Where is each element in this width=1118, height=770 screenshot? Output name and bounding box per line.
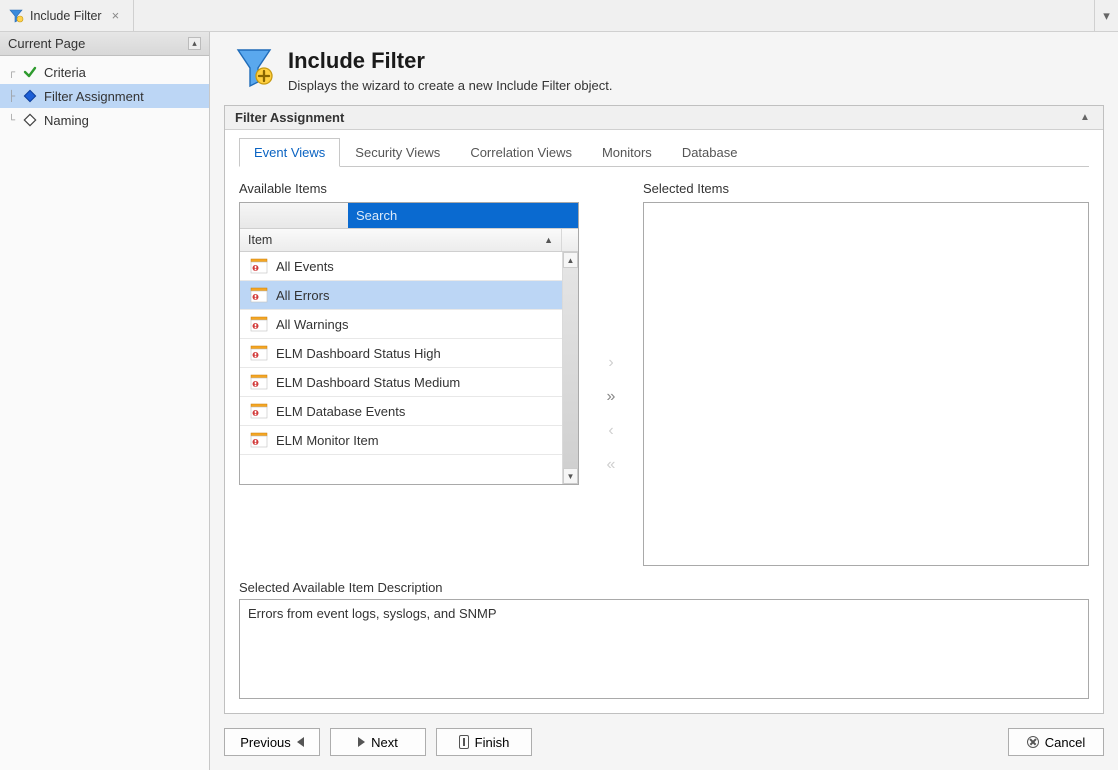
search-input[interactable]	[348, 203, 578, 228]
filter-assignment-panel: Filter Assignment ▲ Event Views Security…	[224, 105, 1104, 714]
list-item[interactable]: All Warnings	[240, 310, 562, 339]
sidebar-title: Current Page	[8, 36, 85, 51]
close-icon[interactable]: ×	[108, 8, 124, 23]
tab-database[interactable]: Database	[667, 138, 753, 167]
selected-items-list[interactable]	[643, 202, 1089, 566]
list-item[interactable]: All Events	[240, 252, 562, 281]
event-view-icon	[250, 403, 268, 419]
cancel-button[interactable]: Cancel	[1008, 728, 1104, 756]
window-tab-title: Include Filter	[30, 9, 102, 23]
inner-tabs: Event Views Security Views Correlation V…	[239, 138, 1089, 167]
step-filter-assignment[interactable]: ├ Filter Assignment	[0, 84, 209, 108]
step-label: Criteria	[44, 65, 86, 80]
available-items-list: Item ▲ All Events All Errors All Warnings E…	[239, 202, 579, 485]
cancel-icon	[1027, 736, 1039, 748]
scroll-down-button[interactable]: ▼	[563, 468, 578, 484]
available-items-label: Available Items	[239, 181, 579, 196]
panel-title-text: Filter Assignment	[235, 110, 344, 125]
list-item[interactable]: ELM Dashboard Status High	[240, 339, 562, 368]
panel-header: Filter Assignment ▲	[225, 106, 1103, 130]
tab-security-views[interactable]: Security Views	[340, 138, 455, 167]
column-header-item[interactable]: Item ▲	[240, 229, 562, 251]
next-button[interactable]: Next	[330, 728, 426, 756]
list-item-label: All Events	[276, 259, 334, 274]
move-left-button[interactable]: ‹	[596, 419, 626, 443]
sidebar-header: Current Page ▴	[0, 32, 209, 56]
list-item-label: ELM Database Events	[276, 404, 405, 419]
diamond-outline-icon	[22, 112, 38, 128]
event-view-icon	[250, 374, 268, 390]
page-title: Include Filter	[288, 48, 612, 74]
event-view-icon	[250, 316, 268, 332]
step-criteria[interactable]: ┌ Criteria	[0, 60, 209, 84]
tab-correlation-views[interactable]: Correlation Views	[455, 138, 587, 167]
page-subtitle: Displays the wizard to create a new Incl…	[288, 78, 612, 93]
list-item[interactable]: All Errors	[240, 281, 562, 310]
page-header: Include Filter Displays the wizard to cr…	[210, 32, 1118, 105]
tabbar-dropdown[interactable]: ▾	[1094, 0, 1118, 31]
collapse-icon[interactable]: ▲	[1077, 112, 1093, 123]
move-right-button[interactable]: ›	[596, 351, 626, 375]
filter-icon	[8, 8, 24, 24]
scroll-thumb[interactable]	[563, 268, 578, 468]
previous-button[interactable]: Previous	[224, 728, 320, 756]
finish-button[interactable]: Finish	[436, 728, 532, 756]
window-tabbar: Include Filter × ▾	[0, 0, 1118, 32]
list-item[interactable]: ELM Monitor Item	[240, 426, 562, 455]
event-view-icon	[250, 345, 268, 361]
list-item[interactable]: ELM Database Events	[240, 397, 562, 426]
content-area: Include Filter Displays the wizard to cr…	[210, 32, 1118, 770]
wizard-steps: ┌ Criteria ├ Filter Assignment └ Naming	[0, 56, 209, 136]
event-view-icon	[250, 287, 268, 303]
list-item-label: All Warnings	[276, 317, 348, 332]
sidebar-scroll-up[interactable]: ▴	[188, 37, 201, 50]
selected-items-label: Selected Items	[643, 181, 1089, 196]
move-all-right-button[interactable]: »	[596, 385, 626, 409]
list-item-label: ELM Dashboard Status High	[276, 346, 441, 361]
list-item-label: ELM Dashboard Status Medium	[276, 375, 460, 390]
step-naming[interactable]: └ Naming	[0, 108, 209, 132]
step-label: Filter Assignment	[44, 89, 144, 104]
sidebar: Current Page ▴ ┌ Criteria ├ Filter Assig…	[0, 32, 210, 770]
tab-monitors[interactable]: Monitors	[587, 138, 667, 167]
sort-asc-icon: ▲	[544, 235, 553, 245]
description-label: Selected Available Item Description	[239, 580, 1089, 595]
scroll-up-button[interactable]: ▲	[563, 252, 578, 268]
event-view-icon	[250, 432, 268, 448]
wizard-footer: Previous Next Finish Cancel	[210, 720, 1118, 770]
finish-icon	[459, 735, 469, 749]
triangle-left-icon	[297, 737, 304, 747]
check-icon	[22, 64, 38, 80]
include-filter-icon	[234, 46, 274, 90]
event-view-icon	[250, 258, 268, 274]
triangle-right-icon	[358, 737, 365, 747]
window-tab[interactable]: Include Filter ×	[0, 0, 134, 31]
step-label: Naming	[44, 113, 89, 128]
diamond-blue-icon	[22, 88, 38, 104]
tab-event-views[interactable]: Event Views	[239, 138, 340, 167]
list-item-label: ELM Monitor Item	[276, 433, 379, 448]
move-all-left-button[interactable]: «	[596, 453, 626, 477]
description-box: Errors from event logs, syslogs, and SNM…	[239, 599, 1089, 699]
list-item-label: All Errors	[276, 288, 329, 303]
vertical-scrollbar[interactable]: ▲ ▼	[562, 252, 578, 484]
list-item[interactable]: ELM Dashboard Status Medium	[240, 368, 562, 397]
